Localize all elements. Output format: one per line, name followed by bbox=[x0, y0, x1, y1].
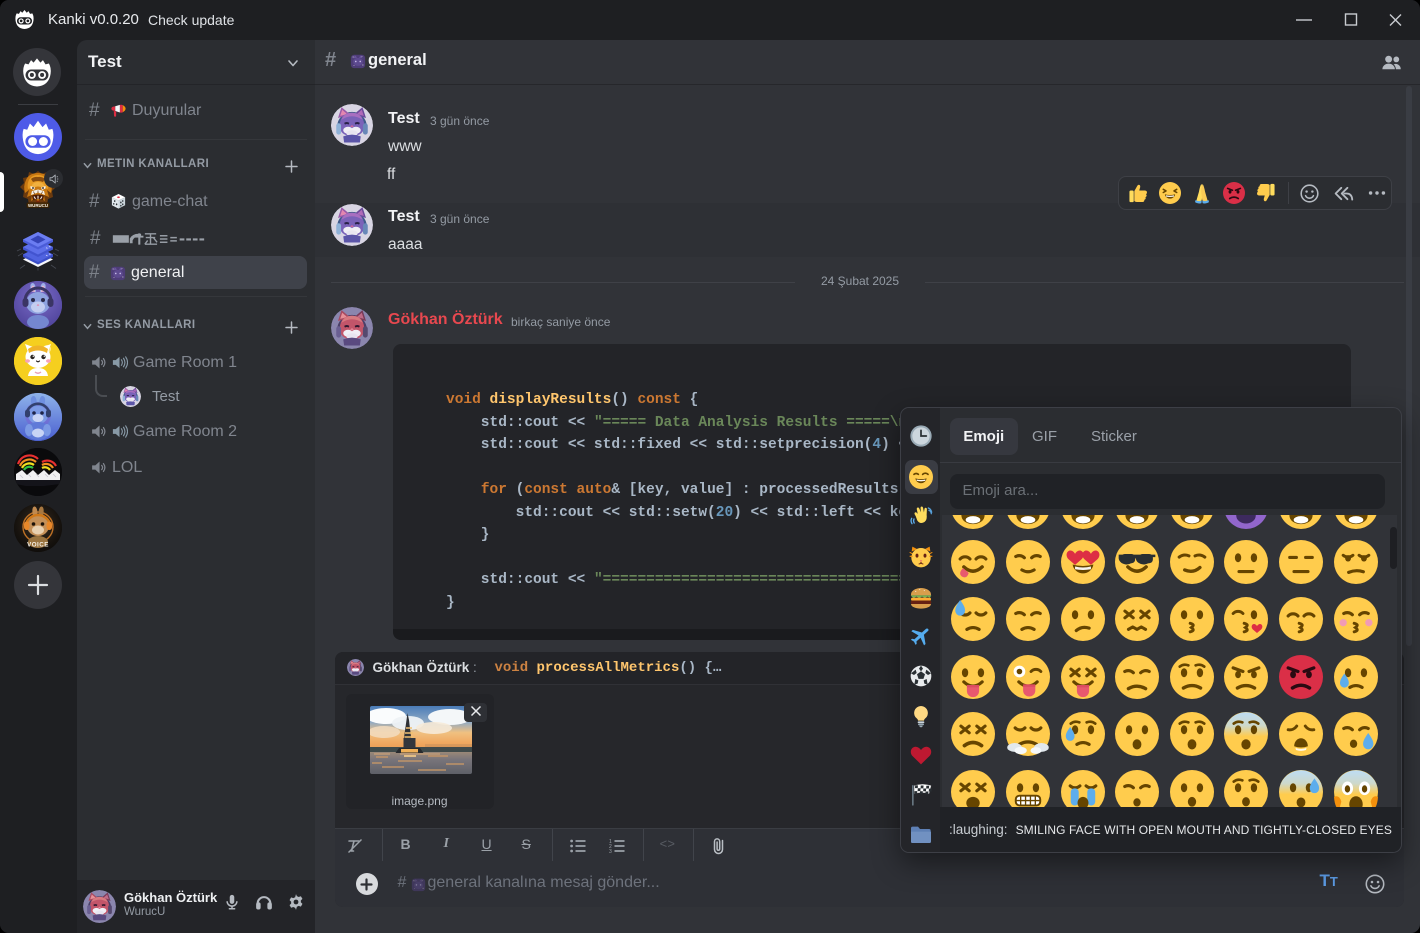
svg-text:WURUCU: WURUCU bbox=[28, 203, 48, 208]
svg-text:VOICE: VOICE bbox=[27, 542, 49, 549]
svg-text:3: 3 bbox=[609, 849, 612, 853]
